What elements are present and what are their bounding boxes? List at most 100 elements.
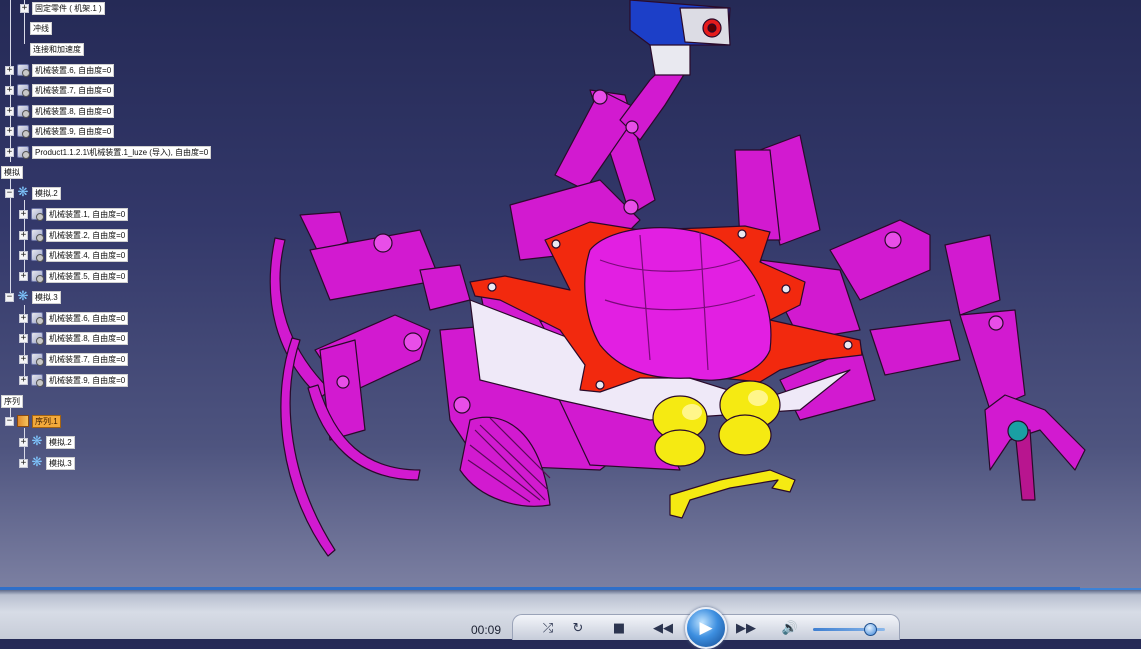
tree-item-mechanism-8[interactable]: + 机械装置.8, 自由度=0 — [5, 104, 115, 118]
expand-icon[interactable]: + — [5, 126, 14, 136]
simulation-icon: ❋ — [17, 185, 29, 200]
rewind-icon[interactable]: ◀◀ — [650, 618, 676, 638]
tree-label: 机械装置.6, 自由度=0 — [32, 63, 115, 77]
player-controls: ⤮ ↻ ■ ◀◀ ▶ ▶▶ 🔊 — [512, 607, 900, 649]
expand-icon[interactable]: + — [19, 354, 28, 364]
expand-icon[interactable]: + — [19, 333, 28, 343]
play-icon[interactable]: ▶ — [685, 607, 727, 649]
elapsed-time: 00:09 — [471, 623, 502, 637]
expand-icon[interactable]: + — [19, 313, 28, 323]
fast-forward-icon[interactable]: ▶▶ — [733, 618, 759, 638]
robot-leg-front-left — [280, 314, 431, 557]
tree-item-simulation-2[interactable]: − ❋ 模拟.2 — [5, 186, 61, 200]
simulation-icon: ❋ — [17, 289, 29, 304]
robot-leg-front-right — [869, 309, 1086, 501]
tree-label: 机械装置.9, 自由度=0 — [46, 373, 129, 387]
tree-label: 模拟.3 — [46, 456, 75, 470]
tree-label: 机械装置.1, 自由度=0 — [46, 207, 129, 221]
expand-icon[interactable]: + — [19, 271, 28, 281]
expand-icon[interactable]: + — [5, 147, 14, 157]
hexapod-robot-model — [269, 0, 1086, 557]
shuffle-icon[interactable]: ⤮ — [535, 618, 561, 638]
tree-item-seq-simulation-2[interactable]: + ❋ 模拟.2 — [19, 435, 75, 449]
tree-item-mechanism-6[interactable]: + 机械装置.6, 自由度=0 — [5, 63, 115, 77]
tree-item-mechanism-7[interactable]: + 机械装置.7, 自由度=0 — [5, 83, 115, 97]
tree-label: 机械装置.2, 自由度=0 — [46, 228, 129, 242]
tree-label: 固定零件 ( 机架.1 ) — [32, 1, 105, 15]
mechanism-icon — [31, 270, 44, 283]
tree-item-speed-accel[interactable]: 连接和加速度 — [30, 42, 84, 56]
tree-label: 机械装置.9, 自由度=0 — [32, 124, 115, 138]
tree-label: 冲线 — [30, 21, 52, 35]
robot-camera — [629, 0, 731, 76]
tree-item-sim2-mechanism-2[interactable]: + 机械装置.2, 自由度=0 — [19, 228, 129, 242]
tree-label: 模拟.3 — [32, 290, 61, 304]
specification-tree: + 固定零件 ( 机架.1 ) 冲线 连接和加速度 + 机械装置.6, 自由度=… — [0, 0, 260, 480]
collapse-icon[interactable]: − — [5, 292, 14, 302]
tree-item-sim2-mechanism-4[interactable]: + 机械装置.4, 自由度=0 — [19, 248, 129, 262]
tree-label: 连接和加速度 — [30, 42, 84, 56]
mechanism-icon — [31, 229, 44, 242]
tree-item-sim3-mechanism-9[interactable]: + 机械装置.9, 自由度=0 — [19, 373, 129, 387]
simulation-icon: ❋ — [31, 455, 43, 470]
tree-label: 机械装置.6, 自由度=0 — [46, 311, 129, 325]
mechanism-icon — [31, 208, 44, 221]
stop-icon[interactable]: ■ — [606, 618, 632, 638]
tree-label-selected: 序列.1 — [32, 414, 61, 428]
tree-label: 序列 — [1, 394, 23, 408]
mechanism-icon — [17, 125, 30, 138]
sequence-icon — [17, 415, 29, 427]
tree-section-simulation[interactable]: 模拟 — [1, 165, 23, 179]
mechanism-icon — [31, 353, 44, 366]
tree-item-sim3-mechanism-6[interactable]: + 机械装置.6, 自由度=0 — [19, 311, 129, 325]
tree-label: 模拟 — [1, 165, 23, 179]
tree-label: 机械装置.7, 自由度=0 — [46, 352, 129, 366]
expand-icon[interactable]: + — [19, 375, 28, 385]
expand-icon[interactable]: + — [19, 458, 28, 468]
tree-item-sim3-mechanism-8[interactable]: + 机械装置.8, 自由度=0 — [19, 331, 129, 345]
expand-icon[interactable]: + — [19, 437, 28, 447]
tree-item-sim3-mechanism-7[interactable]: + 机械装置.7, 自由度=0 — [19, 352, 129, 366]
tree-item-seq-simulation-3[interactable]: + ❋ 模拟.3 — [19, 456, 75, 470]
tree-label: 模拟.2 — [32, 186, 61, 200]
media-player-bar: 00:09 ⤮ ↻ ■ ◀◀ ▶ ▶▶ 🔊 — [0, 587, 1141, 649]
collapse-icon[interactable]: − — [5, 188, 14, 198]
collapse-icon[interactable]: − — [5, 416, 14, 426]
mechanism-icon — [31, 332, 44, 345]
tree-label: Product1.1.2.1\机械装置.1_luze (导入), 自由度=0 — [32, 145, 212, 159]
tree-item-sim2-mechanism-5[interactable]: + 机械装置.5, 自由度=0 — [19, 269, 129, 283]
expand-icon[interactable]: + — [20, 3, 29, 13]
tree-item-sequence-1[interactable]: − 序列.1 — [5, 414, 61, 428]
tree-item-sim2-mechanism-1[interactable]: + 机械装置.1, 自由度=0 — [19, 207, 129, 221]
seek-bar[interactable] — [0, 587, 1080, 590]
repeat-icon[interactable]: ↻ — [565, 618, 591, 638]
mechanism-icon — [31, 374, 44, 387]
expand-icon[interactable]: + — [5, 106, 14, 116]
tree-section-sequence[interactable]: 序列 — [1, 394, 23, 408]
robot-yellow-mandibles — [652, 380, 796, 519]
volume-knob[interactable] — [864, 623, 878, 636]
tree-label: 机械装置.8, 自由度=0 — [46, 331, 129, 345]
tree-item-simulation-3[interactable]: − ❋ 模拟.3 — [5, 290, 61, 304]
tree-label: 模拟.2 — [46, 435, 75, 449]
mechanism-icon — [17, 64, 30, 77]
mechanism-icon — [31, 312, 44, 325]
tree-label: 机械装置.5, 自由度=0 — [46, 269, 129, 283]
tree-label: 机械装置.7, 自由度=0 — [32, 83, 115, 97]
tree-label: 机械装置.4, 自由度=0 — [46, 248, 129, 262]
volume-icon[interactable]: 🔊 — [777, 618, 803, 638]
tree-label: 机械装置.8, 自由度=0 — [32, 104, 115, 118]
tree-item-fixed-part[interactable]: + 固定零件 ( 机架.1 ) — [20, 1, 105, 15]
mechanism-icon — [17, 84, 30, 97]
expand-icon[interactable]: + — [19, 250, 28, 260]
tree-item-curve[interactable]: 冲线 — [30, 21, 52, 35]
tree-item-product-import[interactable]: + Product1.1.2.1\机械装置.1_luze (导入), 自由度=0 — [5, 145, 212, 159]
expand-icon[interactable]: + — [5, 65, 14, 75]
expand-icon[interactable]: + — [19, 230, 28, 240]
mechanism-icon — [17, 105, 30, 118]
expand-icon[interactable]: + — [19, 209, 28, 219]
mechanism-icon — [17, 146, 30, 159]
tree-item-mechanism-9[interactable]: + 机械装置.9, 自由度=0 — [5, 124, 115, 138]
simulation-icon: ❋ — [31, 434, 43, 449]
expand-icon[interactable]: + — [5, 85, 14, 95]
